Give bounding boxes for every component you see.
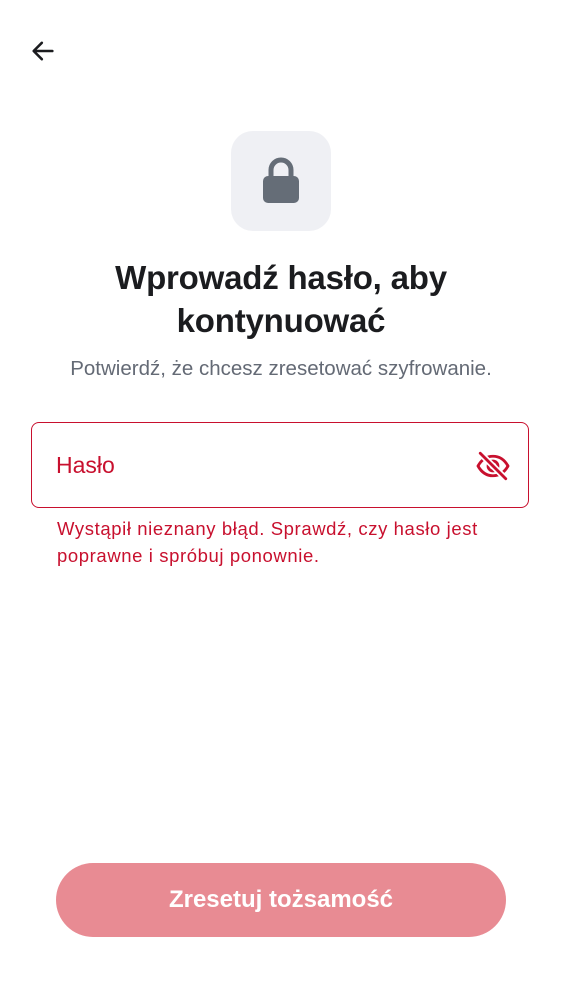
lock-icon [263, 157, 299, 203]
toggle-password-visibility-button[interactable] [474, 447, 512, 485]
reset-identity-button[interactable]: Zresetuj tożsamość [56, 863, 506, 937]
password-field[interactable]: Hasło [31, 422, 529, 508]
password-error-message: Wystąpił nieznany błąd. Sprawdź, czy has… [57, 518, 478, 566]
password-input[interactable] [56, 443, 460, 489]
back-button[interactable] [22, 30, 64, 72]
page-title: Wprowadź hasło, aby kontynuować [115, 259, 447, 339]
arrow-left-icon [32, 41, 54, 61]
lock-icon-tile [231, 131, 331, 231]
eye-off-icon [476, 450, 510, 482]
page-subtitle: Potwierdź, że chcesz zresetować szyfrowa… [70, 357, 492, 380]
